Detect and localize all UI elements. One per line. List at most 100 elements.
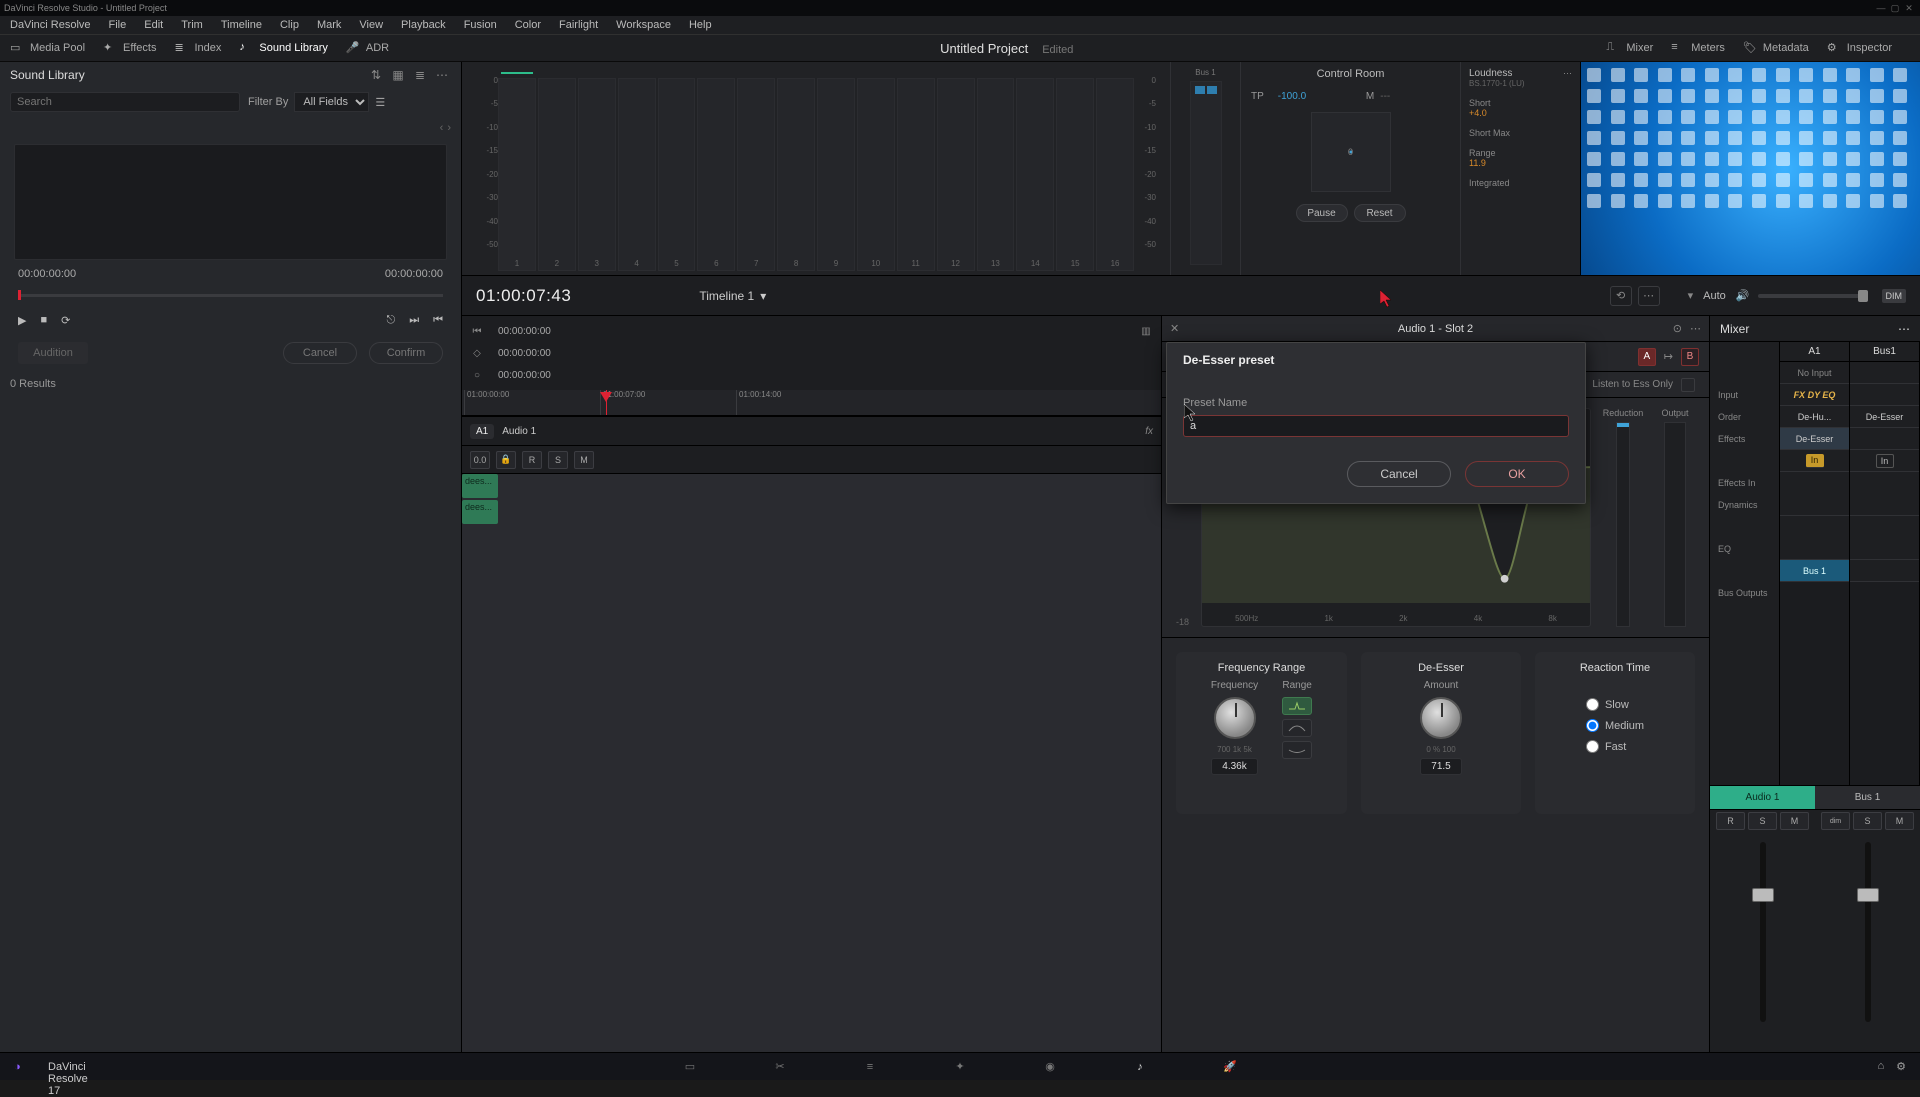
refresh-icon[interactable]: ⟲ xyxy=(1610,286,1632,306)
frequency-value[interactable]: 4.36k xyxy=(1211,758,1257,775)
jog-icon[interactable]: ⎋ xyxy=(386,314,395,327)
amount-value[interactable]: 71.5 xyxy=(1420,758,1461,775)
mx-dim[interactable]: dim xyxy=(1821,812,1850,830)
menu-color[interactable]: Color xyxy=(515,19,541,31)
settings-icon[interactable]: ⚙ xyxy=(1896,1060,1906,1073)
menu-mark[interactable]: Mark xyxy=(317,19,341,31)
scrub-bar[interactable] xyxy=(18,286,443,302)
close-icon[interactable]: ✕ xyxy=(1902,3,1916,14)
ch-order[interactable]: FX DY EQ xyxy=(1780,384,1849,406)
nav-prev-icon[interactable]: ‹ xyxy=(440,122,444,134)
preset-name-input[interactable] xyxy=(1183,415,1569,437)
bus-dynamics[interactable] xyxy=(1850,472,1919,516)
fader-bus1[interactable] xyxy=(1865,842,1871,1022)
menu-workspace[interactable]: Workspace xyxy=(616,19,671,31)
list-view-icon[interactable]: ≣ xyxy=(411,67,429,83)
mute-btn[interactable]: M xyxy=(574,451,594,469)
effects-in-btn[interactable]: In xyxy=(1806,454,1824,468)
menu-view[interactable]: View xyxy=(359,19,383,31)
compare-b[interactable]: B xyxy=(1681,348,1699,366)
page-cut-icon[interactable]: ✂ xyxy=(769,1058,791,1076)
bus-effect-1[interactable]: De-Esser xyxy=(1850,406,1919,428)
ch-effect-1[interactable]: De-Hu... xyxy=(1780,406,1849,428)
page-edit-icon[interactable]: ≡ xyxy=(859,1058,881,1076)
loop-icon2[interactable]: ○ xyxy=(470,370,484,381)
reset-button[interactable]: Reset xyxy=(1354,204,1406,222)
options-icon[interactable]: ⋯ xyxy=(1638,286,1660,306)
mixer-button[interactable]: ⎍Mixer xyxy=(1606,41,1653,55)
pause-button[interactable]: Pause xyxy=(1296,204,1348,222)
timeline-name[interactable]: Timeline 1▾ xyxy=(699,289,766,303)
index-button[interactable]: ≣Index xyxy=(174,41,221,55)
ch-bus-out[interactable]: Bus 1 xyxy=(1780,560,1849,582)
filter-select[interactable]: All Fields xyxy=(294,92,369,112)
close-icon[interactable]: ✕ xyxy=(1170,322,1179,335)
mx-m2[interactable]: M xyxy=(1885,812,1914,830)
mixer-menu-icon[interactable]: ⋯ xyxy=(1898,322,1910,336)
confirm-button[interactable]: Confirm xyxy=(369,342,443,364)
ch-eq[interactable] xyxy=(1780,516,1849,560)
track-fx[interactable]: fx xyxy=(1145,426,1153,437)
menu-playback[interactable]: Playback xyxy=(401,19,446,31)
ch-effect-2[interactable]: De-Esser xyxy=(1780,428,1849,450)
dialog-cancel[interactable]: Cancel xyxy=(1347,461,1451,487)
channel-bus1[interactable]: Bus1 xyxy=(1850,342,1919,362)
dialog-ok[interactable]: OK xyxy=(1465,461,1569,487)
minimize-icon[interactable]: — xyxy=(1874,3,1888,13)
record-btn[interactable]: R xyxy=(522,451,542,469)
menu-fusion[interactable]: Fusion xyxy=(464,19,497,31)
loudness-menu-icon[interactable]: ⋯ xyxy=(1563,68,1572,79)
reaction-slow[interactable]: Slow xyxy=(1586,698,1629,711)
audition-button[interactable]: Audition xyxy=(18,342,88,364)
bus-eq[interactable] xyxy=(1850,516,1919,560)
amount-knob[interactable] xyxy=(1420,697,1462,739)
reaction-medium[interactable]: Medium xyxy=(1586,719,1644,732)
cancel-button[interactable]: Cancel xyxy=(283,342,357,364)
page-deliver-icon[interactable]: 🚀 xyxy=(1219,1058,1241,1076)
menu-edit[interactable]: Edit xyxy=(144,19,163,31)
loop-icon[interactable]: ⟳ xyxy=(61,314,70,327)
mx-s2[interactable]: S xyxy=(1853,812,1882,830)
mixer-track-b[interactable]: Bus 1 xyxy=(1815,786,1920,810)
search-input[interactable] xyxy=(10,92,240,112)
play-icon[interactable]: ▶ xyxy=(18,314,26,327)
more-icon[interactable]: ⋯ xyxy=(433,67,451,83)
frequency-knob[interactable] xyxy=(1214,697,1256,739)
menu-help[interactable]: Help xyxy=(689,19,712,31)
lock-icon[interactable]: 🔒 xyxy=(496,451,516,469)
maximize-icon[interactable]: ▢ xyxy=(1888,3,1902,14)
auto-label[interactable]: Auto xyxy=(1703,290,1726,302)
track-id[interactable]: A1 xyxy=(470,424,494,439)
effects-button[interactable]: ✦Effects xyxy=(103,41,156,55)
menu-davinci-resolve[interactable]: DaVinci Resolve xyxy=(10,19,91,31)
ch-input[interactable]: No Input xyxy=(1780,362,1849,384)
adr-button[interactable]: 🎤ADR xyxy=(346,41,389,55)
fader-a1[interactable] xyxy=(1760,842,1766,1022)
range-wide-icon[interactable] xyxy=(1282,741,1312,759)
menu-file[interactable]: File xyxy=(109,19,127,31)
chevron-down2-icon[interactable]: ▾ xyxy=(1688,289,1694,302)
marker-icon[interactable]: ◇ xyxy=(470,348,484,359)
menu-clip[interactable]: Clip xyxy=(280,19,299,31)
channel-a1[interactable]: A1 xyxy=(1780,342,1849,362)
meters-button[interactable]: ≡Meters xyxy=(1671,41,1725,55)
nav-next-icon[interactable]: › xyxy=(447,122,451,134)
page-color-icon[interactable]: ◉ xyxy=(1039,1058,1061,1076)
sort-icon[interactable]: ⇅ xyxy=(367,67,385,83)
sound-library-button[interactable]: ♪Sound Library xyxy=(239,41,328,55)
mx-r[interactable]: R xyxy=(1716,812,1745,830)
grid-view-icon[interactable]: ▦ xyxy=(389,67,407,83)
gain-field[interactable]: 0.0 xyxy=(470,451,490,469)
metadata-button[interactable]: 🏷Metadata xyxy=(1743,41,1809,55)
volume-slider[interactable] xyxy=(1758,294,1868,298)
mx-s[interactable]: S xyxy=(1748,812,1777,830)
menu-trim[interactable]: Trim xyxy=(181,19,203,31)
audio-clip[interactable]: dees... xyxy=(462,474,498,498)
menu-fairlight[interactable]: Fairlight xyxy=(559,19,598,31)
page-fusion-icon[interactable]: ✦ xyxy=(949,1058,971,1076)
skip-prev-icon[interactable]: ⏮ xyxy=(433,314,443,327)
speaker-icon[interactable]: 🔊 xyxy=(1736,289,1750,302)
filter-options-icon[interactable]: ☰ xyxy=(375,96,385,109)
timeline-ruler[interactable]: 01:00:00:00 01:00:07:00 01:00:14:00 xyxy=(462,390,1161,416)
skip-next-icon[interactable]: ⏭ xyxy=(409,314,419,327)
